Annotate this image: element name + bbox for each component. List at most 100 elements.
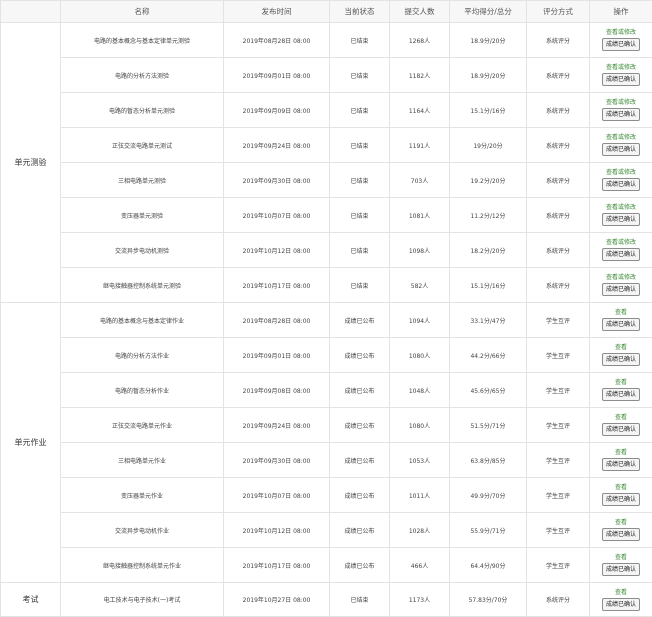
confirm-grade-button[interactable]: 成绩已确认	[602, 38, 640, 51]
item-name: 电路的暂态分析单元测验	[61, 93, 224, 128]
header-status: 当前状态	[330, 1, 390, 23]
view-link[interactable]: 查看	[590, 379, 652, 387]
header-name: 名称	[61, 1, 224, 23]
view-link[interactable]: 查看	[590, 519, 652, 527]
grading-method: 系统评分	[527, 93, 590, 128]
item-name: 三相电路单元测验	[61, 163, 224, 198]
status-text: 成绩已公布	[330, 478, 390, 513]
view-link[interactable]: 查看或修改	[590, 64, 652, 72]
publish-time: 2019年09月24日 08:00	[224, 128, 330, 163]
confirm-grade-button[interactable]: 成绩已确认	[602, 283, 640, 296]
item-name: 电路的分析方法测验	[61, 58, 224, 93]
publish-time: 2019年10月27日 08:00	[224, 583, 330, 617]
actions-cell: 查看成绩已确认	[590, 548, 652, 583]
actions-cell: 查看成绩已确认	[590, 583, 652, 617]
grades-table: 名称 发布时间 当前状态 提交人数 平均得分/总分 评分方式 操作 单元测验电路…	[0, 0, 652, 617]
category-cell: 单元测验	[1, 23, 61, 303]
table-row: 变压器单元测验2019年10月07日 08:00已结束1081人11.2分/12…	[1, 198, 652, 233]
publish-time: 2019年10月17日 08:00	[224, 548, 330, 583]
grading-method: 系统评分	[527, 198, 590, 233]
confirm-grade-button[interactable]: 成绩已确认	[602, 143, 640, 156]
actions-cell: 查看成绩已确认	[590, 338, 652, 373]
submit-count: 466人	[390, 548, 450, 583]
table-row: 单元测验电路的基本概念与基本定律单元测验2019年08月28日 08:00已结束…	[1, 23, 652, 58]
view-link[interactable]: 查看	[590, 309, 652, 317]
confirm-grade-button[interactable]: 成绩已确认	[602, 423, 640, 436]
confirm-grade-button[interactable]: 成绩已确认	[602, 388, 640, 401]
publish-time: 2019年09月30日 08:00	[224, 163, 330, 198]
table-row: 三相电路单元作业2019年09月30日 08:00成绩已公布1053人63.8分…	[1, 443, 652, 478]
view-link[interactable]: 查看	[590, 589, 652, 597]
item-name: 交流异步电动机测验	[61, 233, 224, 268]
confirm-grade-button[interactable]: 成绩已确认	[602, 493, 640, 506]
status-text: 已结束	[330, 198, 390, 233]
header-publish-time: 发布时间	[224, 1, 330, 23]
view-link[interactable]: 查看或修改	[590, 274, 652, 282]
actions-cell: 查看或修改成绩已确认	[590, 58, 652, 93]
average-score: 18.2分/20分	[450, 233, 527, 268]
confirm-grade-button[interactable]: 成绩已确认	[602, 178, 640, 191]
view-link[interactable]: 查看	[590, 554, 652, 562]
average-score: 18.9分/20分	[450, 58, 527, 93]
confirm-grade-button[interactable]: 成绩已确认	[602, 528, 640, 541]
confirm-grade-button[interactable]: 成绩已确认	[602, 318, 640, 331]
item-name: 三相电路单元作业	[61, 443, 224, 478]
submit-count: 582人	[390, 268, 450, 303]
header-submit-count: 提交人数	[390, 1, 450, 23]
item-name: 电路的分析方法作业	[61, 338, 224, 373]
category-cell: 单元作业	[1, 303, 61, 583]
status-text: 成绩已公布	[330, 303, 390, 338]
item-name: 交流异步电动机作业	[61, 513, 224, 548]
status-text: 成绩已公布	[330, 408, 390, 443]
submit-count: 1011人	[390, 478, 450, 513]
confirm-grade-button[interactable]: 成绩已确认	[602, 248, 640, 261]
submit-count: 1098人	[390, 233, 450, 268]
view-link[interactable]: 查看	[590, 344, 652, 352]
table-row: 交流异步电动机测验2019年10月12日 08:00已结束1098人18.2分/…	[1, 233, 652, 268]
view-link[interactable]: 查看	[590, 449, 652, 457]
average-score: 55.9分/71分	[450, 513, 527, 548]
status-text: 已结束	[330, 268, 390, 303]
grading-method: 系统评分	[527, 23, 590, 58]
submit-count: 1028人	[390, 513, 450, 548]
view-link[interactable]: 查看或修改	[590, 169, 652, 177]
publish-time: 2019年09月08日 08:00	[224, 373, 330, 408]
view-link[interactable]: 查看或修改	[590, 99, 652, 107]
table-row: 电路的暂态分析作业2019年09月08日 08:00成绩已公布1048人45.6…	[1, 373, 652, 408]
item-name: 变压器单元测验	[61, 198, 224, 233]
average-score: 18.9分/20分	[450, 23, 527, 58]
publish-time: 2019年09月01日 08:00	[224, 338, 330, 373]
publish-time: 2019年09月24日 08:00	[224, 408, 330, 443]
view-link[interactable]: 查看或修改	[590, 29, 652, 37]
publish-time: 2019年10月12日 08:00	[224, 233, 330, 268]
average-score: 15.1分/16分	[450, 268, 527, 303]
view-link[interactable]: 查看	[590, 484, 652, 492]
status-text: 成绩已公布	[330, 338, 390, 373]
status-text: 已结束	[330, 233, 390, 268]
grading-method: 系统评分	[527, 233, 590, 268]
view-link[interactable]: 查看或修改	[590, 239, 652, 247]
confirm-grade-button[interactable]: 成绩已确认	[602, 108, 640, 121]
confirm-grade-button[interactable]: 成绩已确认	[602, 598, 640, 611]
actions-cell: 查看成绩已确认	[590, 478, 652, 513]
item-name: 电路的暂态分析作业	[61, 373, 224, 408]
header-grading-method: 评分方式	[527, 1, 590, 23]
view-link[interactable]: 查看或修改	[590, 204, 652, 212]
publish-time: 2019年10月07日 08:00	[224, 478, 330, 513]
confirm-grade-button[interactable]: 成绩已确认	[602, 458, 640, 471]
confirm-grade-button[interactable]: 成绩已确认	[602, 563, 640, 576]
confirm-grade-button[interactable]: 成绩已确认	[602, 213, 640, 226]
category-cell: 考试	[1, 583, 61, 617]
view-link[interactable]: 查看	[590, 414, 652, 422]
header-actions: 操作	[590, 1, 652, 23]
table-row: 考试电工技术与电子技术(一)考试2019年10月27日 08:00已结束1173…	[1, 583, 652, 617]
average-score: 51.5分/71分	[450, 408, 527, 443]
confirm-grade-button[interactable]: 成绩已确认	[602, 353, 640, 366]
submit-count: 1080人	[390, 408, 450, 443]
table-row: 交流异步电动机作业2019年10月12日 08:00成绩已公布1028人55.9…	[1, 513, 652, 548]
item-name: 正弦交流电路单元测试	[61, 128, 224, 163]
table-row: 继电接触器控制系统单元测验2019年10月17日 08:00已结束582人15.…	[1, 268, 652, 303]
confirm-grade-button[interactable]: 成绩已确认	[602, 73, 640, 86]
average-score: 19.2分/20分	[450, 163, 527, 198]
view-link[interactable]: 查看或修改	[590, 134, 652, 142]
